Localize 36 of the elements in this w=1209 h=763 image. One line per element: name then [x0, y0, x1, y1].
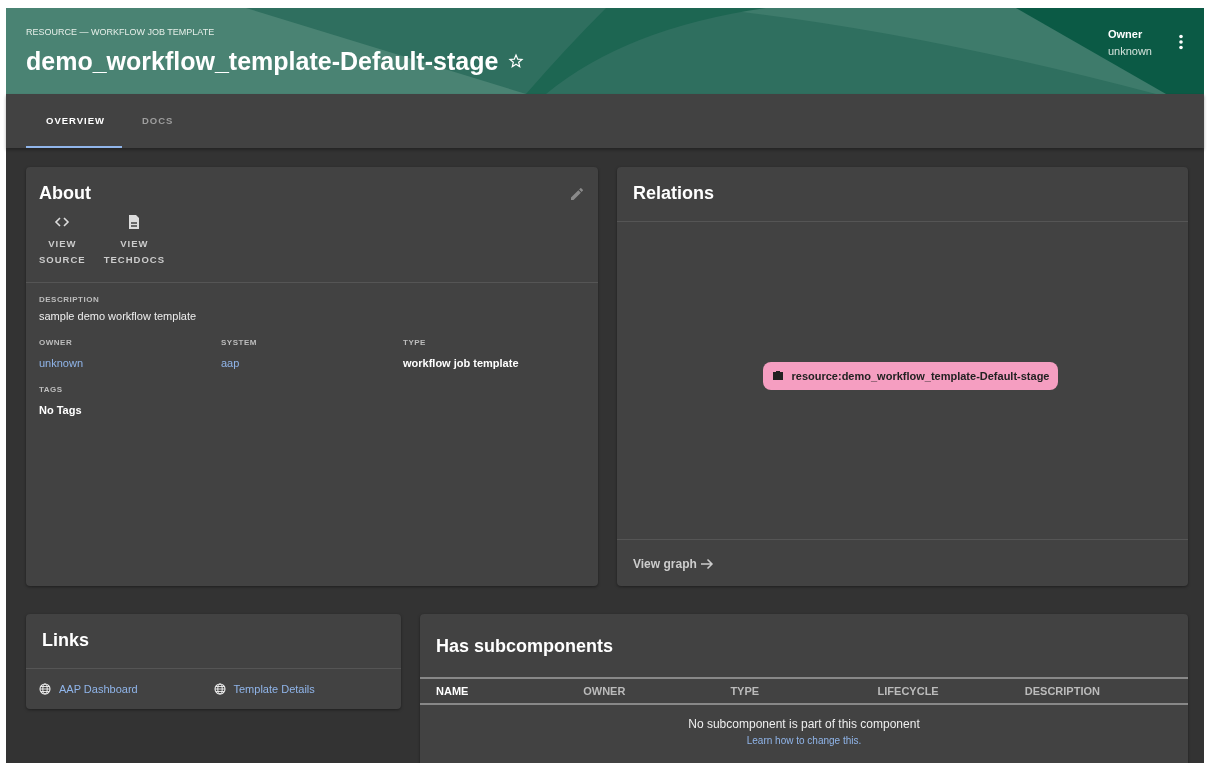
description-text: sample demo workflow template	[39, 310, 198, 322]
more-options-icon[interactable]	[1178, 34, 1184, 50]
table-header: NAME OWNER TYPE LIFECYCLE DESCRIPTION	[420, 677, 1188, 705]
owner-value: unknown	[1107, 44, 1152, 57]
globe-icon	[213, 683, 226, 695]
edit-icon[interactable]	[569, 185, 585, 202]
card-title: Relations	[633, 183, 715, 204]
help-link[interactable]: Learn how to change this.	[746, 735, 862, 746]
field-label: DESCRIPTION	[39, 295, 101, 304]
view-action-button[interactable]: VIEW SOURCE	[39, 214, 86, 268]
briefcase-icon	[771, 370, 784, 381]
card-title: Has subcomponents	[436, 636, 614, 657]
arrow-right-icon	[699, 557, 714, 571]
tab[interactable]: OVERVIEW	[26, 94, 122, 148]
field-label: TYPE	[403, 338, 427, 347]
empty-message: No subcomponent is part of this component	[688, 717, 920, 731]
globe-icon	[39, 683, 51, 695]
star-icon[interactable]	[508, 53, 525, 69]
external-link[interactable]: Template Details	[213, 683, 315, 695]
page-title: demo_workflow_template-Default-stage	[26, 46, 499, 76]
field-label: SYSTEM	[221, 338, 258, 347]
view-graph-link[interactable]: View graph	[633, 557, 714, 571]
owner-label: Owner	[1107, 27, 1144, 40]
field-link[interactable]: unknown	[39, 357, 221, 369]
breadcrumb-text: RESOURCE — WORKFLOW JOB TEMPLATE	[26, 26, 216, 37]
field-label: TAGS	[39, 385, 64, 394]
view-action-button[interactable]: VIEW TECHDOCS	[103, 214, 165, 268]
card-title: About	[39, 183, 91, 204]
field-link[interactable]: aap	[221, 357, 403, 369]
field-label: OWNER	[39, 338, 74, 347]
tab[interactable]: DOCS	[122, 94, 194, 148]
graph-node[interactable]: resource:demo_workflow_template-Default-stage	[762, 361, 1059, 390]
card-title: Links	[42, 630, 89, 651]
field-value: workflow job template	[403, 357, 520, 369]
field-value: No Tags	[39, 404, 83, 416]
external-link[interactable]: AAP Dashboard	[39, 683, 138, 695]
